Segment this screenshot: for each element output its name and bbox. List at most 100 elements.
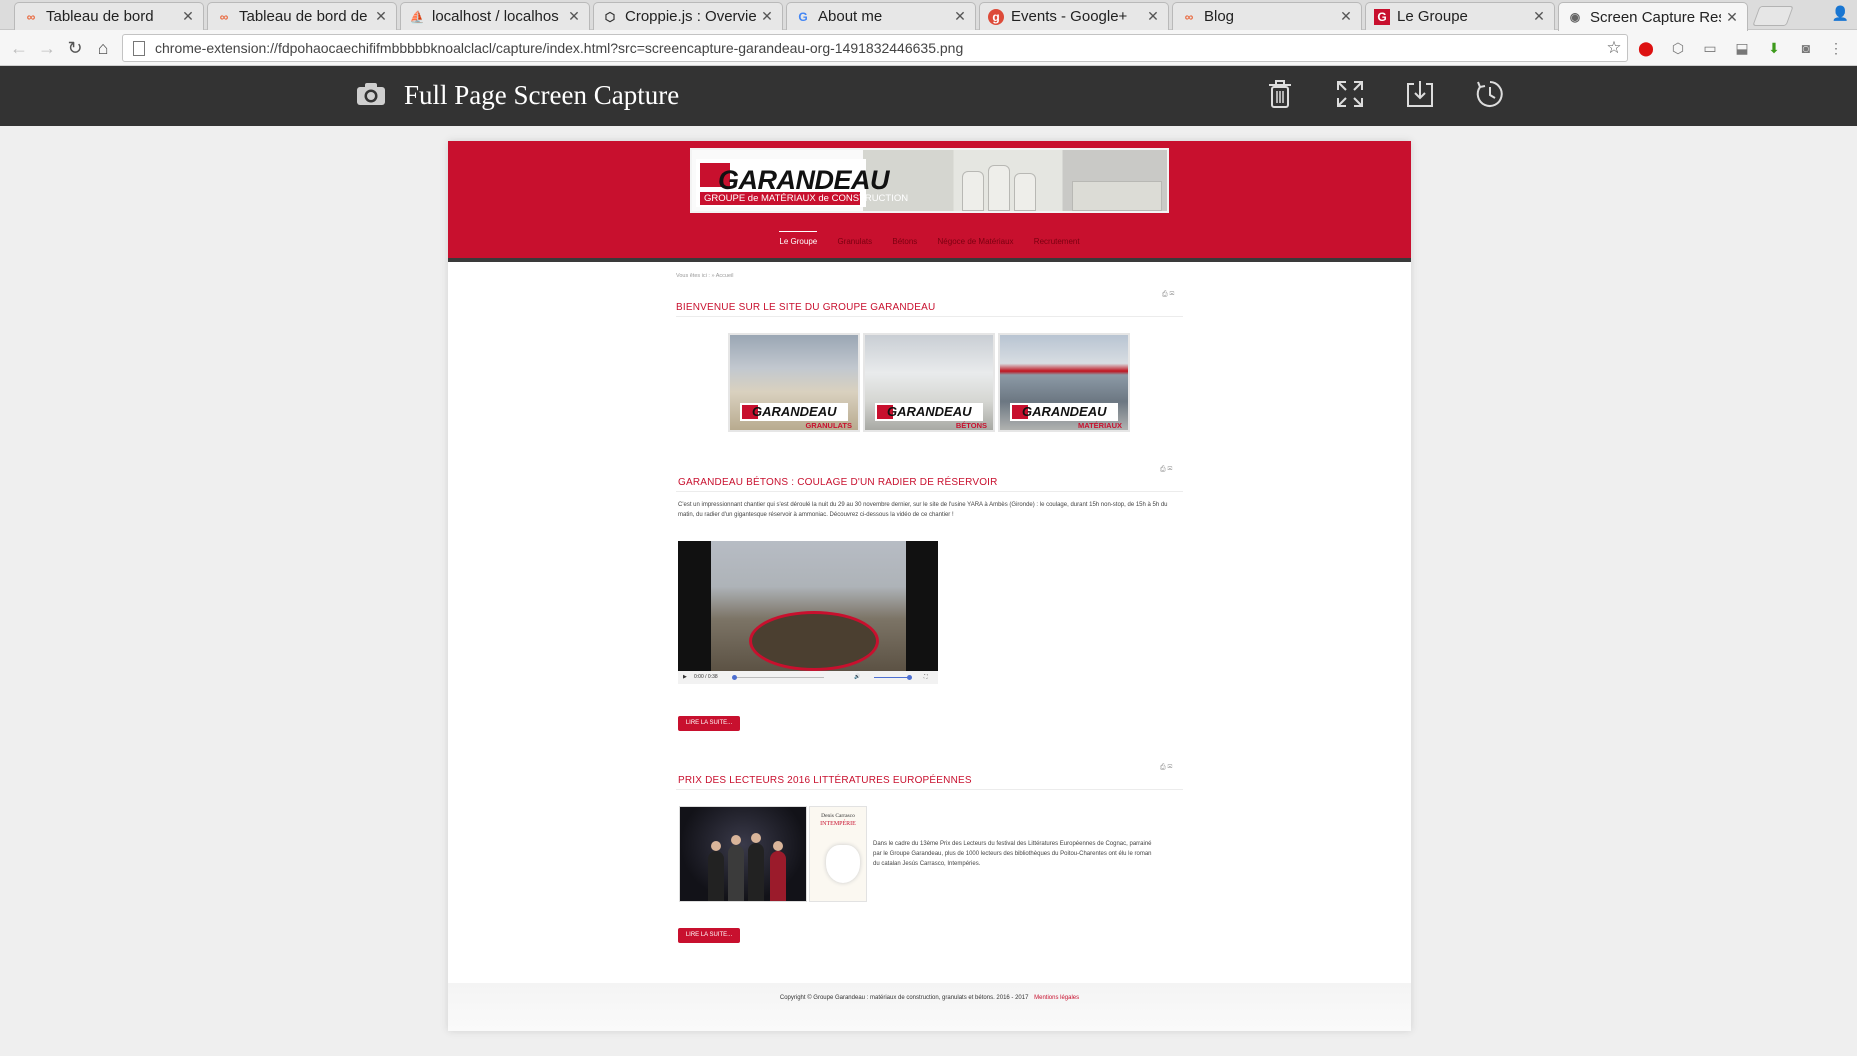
video-frame (711, 541, 906, 671)
award-photo (679, 806, 807, 902)
nav-item-recrutement[interactable]: Recrutement (1034, 237, 1080, 246)
url-text: chrome-extension://fdpohaocaechififmbbbb… (155, 40, 964, 56)
screenshot-icon[interactable]: ◙ (1796, 38, 1816, 58)
read-more-button[interactable]: LIRE LA SUITE... (678, 928, 740, 943)
site-banner[interactable]: GARANDEAU GROUPE de MATÉRIAUX de CONSTRU… (690, 148, 1169, 213)
print-icon[interactable]: ⎙ ✉ (1160, 764, 1172, 772)
extension-icon[interactable]: ⬡ (1668, 38, 1688, 58)
phpmyadmin-icon: ⛵ (409, 9, 425, 24)
capture-header: Full Page Screen Capture (0, 66, 1857, 126)
video-player[interactable]: ▶ 0:00 / 0:38 🔊 ⛶ (678, 541, 938, 684)
silo-image (1014, 173, 1036, 211)
tab-9[interactable]: ◉ Screen Capture Res ✕ (1558, 2, 1748, 31)
building-image (1072, 181, 1162, 211)
silo-image (988, 165, 1010, 211)
tab-7[interactable]: ∞ Blog ✕ (1172, 2, 1362, 30)
brand-card-granulats[interactable]: GARANDEAU GRANULATS (728, 333, 860, 432)
close-icon[interactable]: ✕ (374, 8, 388, 25)
star-icon[interactable]: ☆ (1601, 38, 1627, 58)
brand-name: GARANDEAU (752, 404, 837, 419)
tab-8[interactable]: G Le Groupe ✕ (1365, 2, 1555, 30)
breadcrumb: Vous êtes ici : » Accueil (676, 273, 734, 279)
legal-link[interactable]: Mentions légales (1034, 995, 1079, 1001)
nav-item-granulats[interactable]: Granulats (837, 237, 872, 246)
close-icon[interactable]: ✕ (1339, 8, 1353, 25)
divider (676, 316, 1183, 317)
menu-icon[interactable]: ⋮ (1826, 38, 1846, 58)
brand-sub: BÉTONS (955, 421, 987, 430)
browser-toolbar: ← → ↻ ⌂ chrome-extension://fdpohaocaechi… (0, 30, 1857, 66)
infinity-icon: ∞ (219, 9, 229, 24)
trash-icon[interactable] (1264, 78, 1296, 110)
close-icon[interactable]: ✕ (1725, 9, 1739, 26)
capture-title: Full Page Screen Capture (404, 80, 680, 110)
nav-item-le-groupe[interactable]: Le Groupe (779, 231, 818, 246)
seek-handle[interactable] (732, 675, 737, 680)
brand-card-betons[interactable]: GARANDEAU BÉTONS (863, 333, 995, 432)
article-text: Dans le cadre du 13ème Prix des Lecteurs… (873, 841, 1152, 867)
print-icon[interactable]: ⎙ ✉ (1160, 466, 1172, 474)
volume-icon[interactable]: 🔊 (854, 674, 860, 680)
google-plus-icon: g (988, 8, 1004, 25)
fullscreen-icon[interactable]: ⛶ (924, 674, 928, 680)
close-icon[interactable]: ✕ (1146, 8, 1160, 25)
book-cover: Denis Carrasco INTEMPÉRIE (809, 806, 867, 902)
seek-bar[interactable] (734, 677, 824, 678)
volume-slider[interactable] (874, 677, 910, 678)
print-icon[interactable]: ⎙ ✉ (1162, 291, 1174, 299)
tab-6[interactable]: g Events - Google+ ✕ (979, 2, 1169, 30)
garandeau-icon: G (1374, 8, 1390, 25)
tab-title: Tableau de bord de (239, 8, 368, 25)
download-arrow-icon[interactable]: ⬇ (1764, 38, 1784, 58)
tab-4[interactable]: ⬡ Croppie.js : Overvie ✕ (593, 2, 783, 30)
tab-title: Events - Google+ (1011, 8, 1128, 25)
brand-card-materiaux[interactable]: GARANDEAU MATÉRIAUX (998, 333, 1130, 432)
cast-icon[interactable]: ▭ (1700, 38, 1720, 58)
close-icon[interactable]: ✕ (567, 8, 581, 25)
close-icon[interactable]: ✕ (181, 8, 195, 25)
fullscreen-icon[interactable] (1334, 78, 1366, 110)
article-title[interactable]: GARANDEAU BÉTONS : COULAGE D'UN RADIER D… (678, 477, 998, 488)
forward-icon[interactable]: → (36, 37, 58, 59)
volume-handle[interactable] (907, 675, 912, 680)
nav-item-negoce[interactable]: Négoce de Matériaux (938, 237, 1014, 246)
tab-1[interactable]: ∞ Tableau de bord ✕ (14, 2, 204, 30)
person (748, 833, 764, 901)
opera-icon[interactable]: ⬤ (1636, 38, 1656, 58)
site-nav: Le Groupe Granulats Bétons Négoce de Mat… (448, 231, 1411, 246)
tab-title: Le Groupe (1397, 8, 1468, 25)
play-icon[interactable]: ▶ (683, 674, 687, 680)
tab-5[interactable]: G About me ✕ (786, 2, 976, 30)
tab-3[interactable]: ⛵ localhost / localhos ✕ (400, 2, 590, 30)
read-more-button[interactable]: LIRE LA SUITE... (678, 716, 740, 731)
home-icon[interactable]: ⌂ (92, 37, 114, 59)
brand-label: GARANDEAU (740, 403, 848, 421)
page-icon (133, 40, 145, 56)
brand-name: GARANDEAU (1022, 404, 1107, 419)
tab-2[interactable]: ∞ Tableau de bord de ✕ (207, 2, 397, 30)
tab-title: About me (818, 8, 883, 25)
inbox-icon[interactable]: ⬓ (1732, 38, 1752, 58)
back-icon[interactable]: ← (8, 37, 30, 59)
sheep-illustration (826, 845, 860, 883)
close-icon[interactable]: ✕ (1532, 8, 1546, 25)
infinity-icon: ∞ (1184, 9, 1194, 24)
new-tab-button[interactable] (1752, 6, 1794, 26)
reload-icon[interactable]: ↻ (64, 37, 86, 59)
close-icon[interactable]: ✕ (953, 8, 967, 25)
book-author: Denis Carrasco (821, 813, 855, 819)
history-icon[interactable] (1474, 78, 1506, 110)
codepen-icon: ⬡ (604, 9, 616, 24)
address-bar[interactable]: chrome-extension://fdpohaocaechififmbbbb… (122, 34, 1628, 62)
close-icon[interactable]: ✕ (760, 8, 774, 25)
video-controls: ▶ 0:00 / 0:38 🔊 ⛶ (678, 671, 938, 684)
article-title[interactable]: PRIX DES LECTEURS 2016 LITTÉRATURES EURO… (678, 775, 972, 786)
book-title: INTEMPÉRIE (820, 821, 856, 827)
captured-page: GARANDEAU GROUPE de MATÉRIAUX de CONSTRU… (448, 141, 1411, 1031)
download-icon[interactable] (1404, 78, 1436, 110)
nav-item-betons[interactable]: Bétons (892, 237, 917, 246)
tab-title: Croppie.js : Overvie (625, 8, 756, 25)
divider (676, 491, 1183, 492)
profile-icon[interactable]: 👤 (1832, 5, 1849, 22)
person (728, 835, 744, 901)
